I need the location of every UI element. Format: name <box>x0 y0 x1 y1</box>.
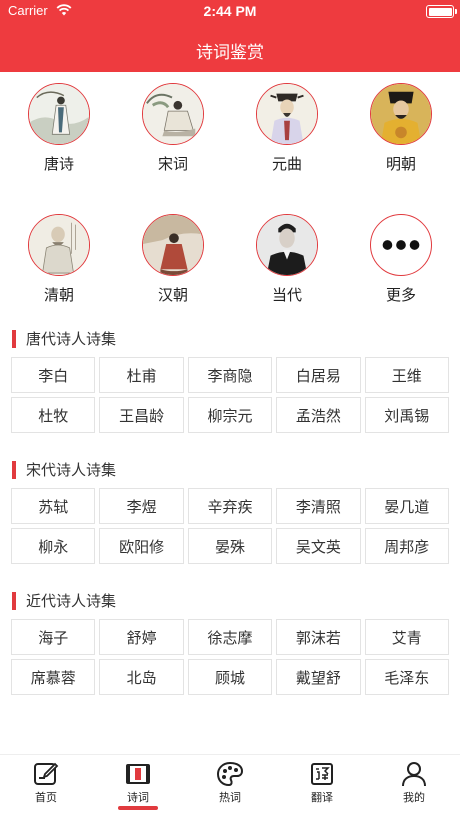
category-song[interactable]: 宋词 <box>123 83 223 174</box>
poet-button[interactable]: 苏轼 <box>11 488 96 524</box>
poet-button[interactable]: 戴望舒 <box>276 659 361 695</box>
ming-emperor-portrait-icon <box>370 83 432 145</box>
yuan-poet-portrait-icon <box>256 83 318 145</box>
poet-button[interactable]: 欧阳修 <box>99 528 184 564</box>
poet-button[interactable]: 晏殊 <box>187 528 273 564</box>
tab-label: 热词 <box>219 791 241 804</box>
song-poet-portrait-icon <box>142 83 204 145</box>
more-dots-icon <box>370 214 432 276</box>
qing-scholar-portrait-icon <box>28 214 90 276</box>
tab-label: 诗词 <box>127 791 149 804</box>
category-more[interactable]: 更多 <box>351 214 451 305</box>
scroll-icon <box>126 764 150 784</box>
poet-button[interactable]: 周邦彦 <box>364 528 449 564</box>
clock: 2:44 PM <box>203 3 257 19</box>
section-title-modern: 近代诗人诗集 <box>12 592 116 610</box>
status-bar: Carrier 2:44 PM <box>0 0 460 24</box>
poet-button[interactable]: 顾城 <box>187 659 273 695</box>
category-label: 元曲 <box>271 155 302 173</box>
poet-button[interactable]: 刘禹锡 <box>364 397 449 433</box>
tab-poetry[interactable]: 诗词 <box>92 761 184 805</box>
selected-tab-indicator <box>118 806 158 810</box>
poet-button[interactable]: 毛泽东 <box>364 659 449 695</box>
poet-button[interactable]: 辛弃疾 <box>187 488 273 524</box>
tab-label: 翻译 <box>311 791 333 804</box>
poet-list-song: 苏轼 李煜 辛弃疾 李清照 晏几道 柳永 欧阳修 晏殊 吴文英 周邦彦 <box>11 488 449 564</box>
category-label: 唐诗 <box>43 155 74 173</box>
poet-button[interactable]: 杜甫 <box>99 357 184 393</box>
category-qing[interactable]: 清朝 <box>9 214 109 305</box>
page-title: 诗词鉴赏 <box>196 43 264 63</box>
poet-button[interactable]: 席慕蓉 <box>11 659 96 695</box>
profile-icon <box>402 762 426 787</box>
category-label: 汉朝 <box>157 286 188 304</box>
poet-list-modern: 海子 舒婷 徐志摩 郭沫若 艾青 席慕蓉 北岛 顾城 戴望舒 毛泽东 <box>11 619 449 695</box>
poet-list-tang: 李白 杜甫 李商隐 白居易 王维 杜牧 王昌龄 柳宗元 孟浩然 刘禹锡 <box>11 357 449 433</box>
category-han[interactable]: 汉朝 <box>123 214 223 305</box>
category-yuan[interactable]: 元曲 <box>237 83 337 174</box>
category-modern[interactable]: 当代 <box>237 214 337 305</box>
translate-icon <box>311 763 333 785</box>
poet-button[interactable]: 王维 <box>364 357 449 393</box>
battery-icon <box>426 5 457 18</box>
poet-button[interactable]: 王昌龄 <box>99 397 184 433</box>
tab-profile[interactable]: 我的 <box>368 761 460 805</box>
poet-button[interactable]: 徐志摩 <box>187 619 273 655</box>
tab-translate[interactable]: 翻译 <box>276 761 368 805</box>
poet-button[interactable]: 李清照 <box>276 488 361 524</box>
poet-button[interactable]: 晏几道 <box>364 488 449 524</box>
tab-label: 首页 <box>35 791 57 804</box>
poet-button[interactable]: 吴文英 <box>276 528 361 564</box>
poet-button[interactable]: 李商隐 <box>187 357 273 393</box>
section-title-tang: 唐代诗人诗集 <box>12 330 116 348</box>
poet-button[interactable]: 白居易 <box>276 357 361 393</box>
tab-label: 我的 <box>403 791 425 804</box>
home-edit-icon <box>34 762 59 785</box>
poet-button[interactable]: 杜牧 <box>11 397 96 433</box>
tang-poet-portrait-icon <box>28 83 90 145</box>
poet-button[interactable]: 孟浩然 <box>276 397 361 433</box>
category-tang[interactable]: 唐诗 <box>9 83 109 174</box>
header: Carrier 2:44 PM 诗词鉴赏 <box>0 0 460 72</box>
poet-button[interactable]: 李煜 <box>99 488 184 524</box>
tab-home[interactable]: 首页 <box>0 761 92 805</box>
han-figure-portrait-icon <box>142 214 204 276</box>
tab-bar: 首页 诗词 热词 翻译 我的 <box>0 754 460 818</box>
palette-icon <box>216 761 244 787</box>
category-label: 清朝 <box>43 286 74 304</box>
poet-button[interactable]: 海子 <box>11 619 96 655</box>
poet-button[interactable]: 艾青 <box>364 619 449 655</box>
poet-button[interactable]: 郭沫若 <box>276 619 361 655</box>
category-ming[interactable]: 明朝 <box>351 83 451 174</box>
category-label: 明朝 <box>385 155 416 173</box>
poet-button[interactable]: 柳永 <box>11 528 96 564</box>
modern-poet-photo-icon <box>256 214 318 276</box>
category-label: 宋词 <box>157 155 188 173</box>
poet-button[interactable]: 李白 <box>11 357 96 393</box>
poet-button[interactable]: 北岛 <box>99 659 184 695</box>
section-title-song: 宋代诗人诗集 <box>12 461 116 479</box>
poet-button[interactable]: 舒婷 <box>99 619 184 655</box>
category-label: 更多 <box>385 286 416 304</box>
tab-hotwords[interactable]: 热词 <box>184 761 276 805</box>
category-label: 当代 <box>271 286 302 304</box>
poet-button[interactable]: 柳宗元 <box>187 397 273 433</box>
